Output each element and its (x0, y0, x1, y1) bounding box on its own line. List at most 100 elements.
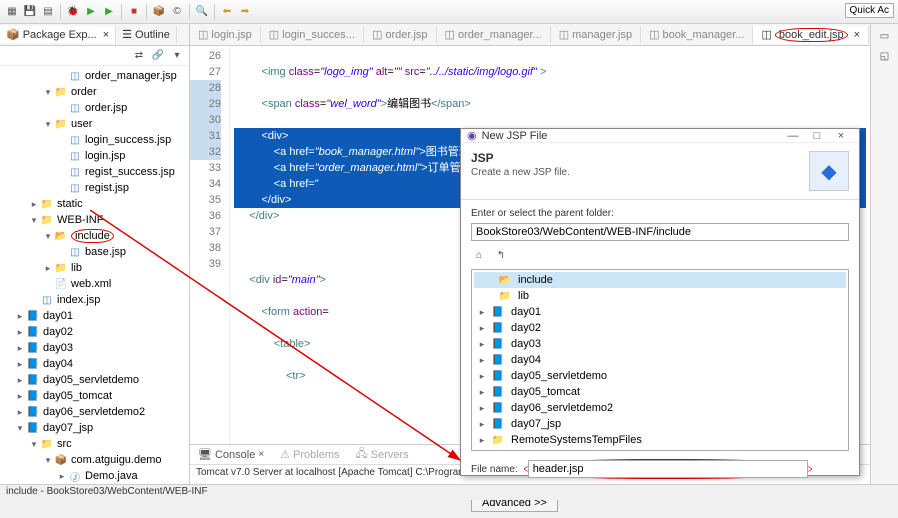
newclass-icon[interactable]: © (169, 4, 185, 20)
problems-icon: ⚠ (280, 448, 290, 461)
tab-servers[interactable]: 🖧Servers (348, 443, 417, 466)
quick-access[interactable]: Quick Ac (845, 3, 894, 18)
restore-icon[interactable]: ◱ (877, 48, 893, 64)
save-icon[interactable]: 💾 (22, 4, 38, 20)
tree-file[interactable]: ◫order.jsp (0, 100, 189, 116)
dialog-titlebar[interactable]: ◉ New JSP File — □ × (461, 129, 859, 143)
project-tree: ◫order_manager.jsp ▾📁order ◫order.jsp ▾📁… (0, 66, 189, 484)
project-icon: 📘 (26, 405, 40, 419)
filename-input[interactable] (528, 460, 808, 478)
jsp-icon: ◫ (40, 293, 54, 307)
project-icon: 📘 (26, 325, 40, 339)
editor-tab[interactable]: ◫order.jsp (364, 26, 437, 43)
run-icon[interactable]: ▶ (83, 4, 99, 20)
home-icon[interactable]: ⌂ (471, 247, 487, 263)
tree-file[interactable]: ◫regist.jsp (0, 180, 189, 196)
tree-file[interactable]: ◫order_manager.jsp (0, 68, 189, 84)
tree-file[interactable]: ◫login.jsp (0, 148, 189, 164)
project-icon: 📘 (26, 309, 40, 323)
tree-project[interactable]: ▸📘day02 (0, 324, 189, 340)
fwd-icon[interactable]: ➡ (237, 4, 253, 20)
project-icon: 📘 (491, 369, 505, 383)
tree-project[interactable]: ▸📘day06_servletdemo2 (0, 404, 189, 420)
tree-file[interactable]: ◫base.jsp (0, 244, 189, 260)
search-icon[interactable]: 🔍 (194, 4, 210, 20)
tree-project[interactable]: ▸📘day03 (474, 336, 846, 352)
tree-file[interactable]: ◫login_success.jsp (0, 132, 189, 148)
up-icon[interactable]: ↰ (493, 247, 509, 263)
link-icon[interactable]: 🔗 (150, 48, 166, 64)
tree-folder[interactable]: ▸📁static (0, 196, 189, 212)
project-icon: 📘 (26, 341, 40, 355)
tree-project[interactable]: ▸📘day01 (0, 308, 189, 324)
tree-folder[interactable]: ▾📁user (0, 116, 189, 132)
tree-project[interactable]: ▸📘day05_tomcat (0, 388, 189, 404)
editor-tab[interactable]: ◫manager.jsp (551, 26, 641, 43)
tree-file[interactable]: 📄web.xml (0, 276, 189, 292)
tree-project[interactable]: ▸📘day04 (474, 352, 846, 368)
new-icon[interactable]: ▦ (4, 4, 20, 20)
newpkg-icon[interactable]: 📦 (151, 4, 167, 20)
editor-tab[interactable]: ◫login_succes... (261, 26, 364, 43)
debug-icon[interactable]: 🐞 (65, 4, 81, 20)
maximize-button[interactable]: □ (805, 130, 829, 142)
tree-item-include[interactable]: 📂include (474, 272, 846, 288)
project-icon: 📘 (491, 353, 505, 367)
menu-icon[interactable]: ▾ (169, 48, 185, 64)
tab-outline[interactable]: ☰Outline (116, 26, 177, 43)
tree-folder-include[interactable]: ▾📂include (0, 228, 189, 244)
run-ext-icon[interactable]: ▶ (101, 4, 117, 20)
tree-project[interactable]: ▸📘day03 (0, 340, 189, 356)
tab-console[interactable]: 🖥Console × (190, 446, 272, 463)
jsp-icon: ◫ (649, 28, 659, 41)
folder-icon: 📁 (498, 289, 512, 303)
tree-folder[interactable]: ▾📁src (0, 436, 189, 452)
folder-icon: 📁 (54, 261, 68, 275)
tab-package-explorer[interactable]: 📦Package Exp...× (0, 26, 116, 43)
jsp-icon: ◫ (68, 245, 82, 259)
tree-folder[interactable]: ▸📁lib (0, 260, 189, 276)
tree-project[interactable]: ▸📘day02 (474, 320, 846, 336)
tree-project[interactable]: ▸📘day04 (0, 356, 189, 372)
parent-folder-input[interactable] (471, 223, 849, 241)
tree-project[interactable]: ▸📁RemoteSystemsTempFiles (474, 432, 846, 448)
tab-problems[interactable]: ⚠Problems (272, 446, 347, 463)
tree-project[interactable]: ▸📘day07_jsp (474, 416, 846, 432)
project-icon: 📘 (26, 373, 40, 387)
folder-tree[interactable]: 📂include 📁lib ▸📘day01 ▸📘day02 ▸📘day03 ▸📘… (471, 269, 849, 451)
tree-file[interactable]: ◫regist_success.jsp (0, 164, 189, 180)
jsp-icon: ◫ (269, 28, 279, 41)
tree-project[interactable]: ▸📘day05_tomcat (474, 384, 846, 400)
stop-icon[interactable]: ■ (126, 4, 142, 20)
editor-tab[interactable]: ◫book_manager... (641, 26, 753, 43)
java-icon: Ⓙ (68, 469, 82, 483)
jsp-icon: ◫ (68, 165, 82, 179)
tree-project[interactable]: ▸📘day06_servletdemo2 (474, 400, 846, 416)
tree-project[interactable]: ▸📘day05_servletdemo (0, 372, 189, 388)
tree-project[interactable]: ▸📘day01 (474, 304, 846, 320)
minimize-icon[interactable]: ▭ (877, 28, 893, 44)
tree-folder[interactable]: ▾📁WEB-INF (0, 212, 189, 228)
editor-tab[interactable]: ◫login.jsp (190, 26, 261, 43)
tree-file[interactable]: ▸ⒿDemo.java (0, 468, 189, 484)
tree-project[interactable]: ▾📘day07_jsp (0, 420, 189, 436)
editor-tab[interactable]: ◫order_manager... (437, 26, 551, 43)
tree-folder[interactable]: ▾📁order (0, 84, 189, 100)
tree-item-lib[interactable]: 📁lib (474, 288, 846, 304)
new-jsp-dialog: ◉ New JSP File — □ × JSP Create a new JS… (460, 128, 860, 476)
jsp-icon: ◫ (372, 28, 382, 41)
collapse-icon[interactable]: ⇄ (131, 48, 147, 64)
saveall-icon[interactable]: ▤ (40, 4, 56, 20)
back-icon[interactable]: ⬅ (219, 4, 235, 20)
tree-project[interactable]: ▸📘day05_servletdemo (474, 368, 846, 384)
servers-icon: 🖧 (356, 445, 368, 464)
tree-package[interactable]: ▾📦com.atguigu.demo (0, 452, 189, 468)
close-button[interactable]: × (829, 130, 853, 142)
folder-icon: 📁 (491, 433, 505, 447)
package-explorer-panel: 📦Package Exp...× ☰Outline ⇄ 🔗 ▾ ◫order_m… (0, 24, 190, 484)
jsp-banner-icon: ◆ (809, 151, 849, 191)
editor-tab-active[interactable]: ◫book_edit.jsp× (753, 26, 869, 44)
right-toolbar: ▭ ◱ (870, 24, 898, 484)
minimize-button[interactable]: — (781, 130, 805, 142)
tree-file[interactable]: ◫index.jsp (0, 292, 189, 308)
